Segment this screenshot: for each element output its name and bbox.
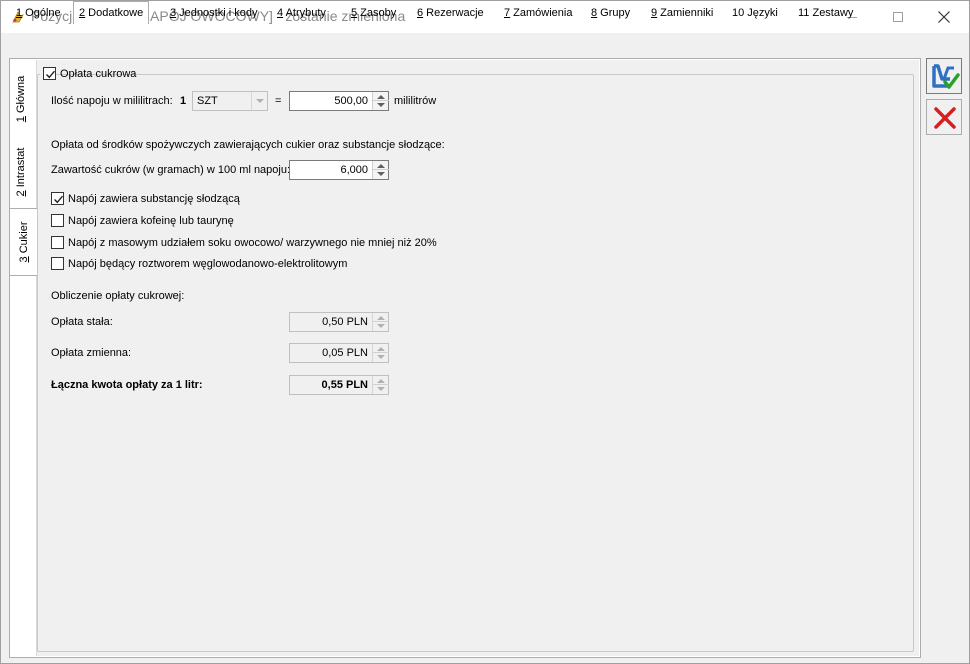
tab-zamowienia[interactable]: 7 Zamówienia [499,3,577,23]
sugar-fee-legend: Opłata cukrowa [40,66,136,82]
unit-value: SZT [197,95,218,107]
fixed-fee-field: 0,50 PLN [289,312,389,332]
fixed-fee-label: Opłata stała: [51,316,113,328]
tab-jezyki[interactable]: 10 Języki [727,3,783,23]
sugar-content-spinner[interactable] [372,161,389,179]
electrolyte-checkbox[interactable] [51,257,64,270]
unit-select[interactable]: SZT [192,91,268,111]
volume-quantity: 1 [180,95,187,107]
total-fee-label: Łączna kwota opłaty za 1 litr: [51,379,203,391]
electrolyte-label: Napój będący roztworem węglowodanowo-ele… [68,258,348,270]
maximize-icon [893,12,903,22]
volume-spinner[interactable] [372,92,389,110]
sweetener-checkbox[interactable] [51,192,64,205]
volume-unit-label: mililitrów [394,95,437,107]
tab-grupy[interactable]: 8 Grupy [586,3,635,23]
volume-label: Ilość napoju w mililitrach: [51,95,173,107]
variable-fee-field: 0,05 PLN [289,343,389,363]
caffeine-label: Napój zawiera kofeinę lub taurynę [68,215,234,227]
cancel-icon [934,107,956,129]
tab-ogolne[interactable]: 1 Ogólne [11,3,66,23]
close-button[interactable] [921,1,967,33]
window: Pozycja cennika [NAPÓJ OWOCOWY] - zostan… [0,0,970,664]
checkmark-icon [54,195,64,204]
sugar-content-input[interactable]: 6,000 [289,160,389,180]
save-button[interactable] [926,58,962,94]
side-tab-cukier[interactable]: 3 Cukier [9,208,37,276]
side-tab-glowna[interactable]: 1 Główna [10,67,32,131]
save-icon [932,64,960,89]
sugar-fee-checkbox[interactable] [43,67,56,80]
sugar-fee-groupbox [37,74,914,652]
tab-dodatkowe[interactable]: 2 Dodatkowe [73,1,150,24]
sugar-content-label: Zawartość cukrów (w gramach) w 100 ml na… [51,164,291,176]
checkmark-icon [46,70,56,79]
cancel-button[interactable] [926,99,962,135]
tab-zestawy[interactable]: 11 Zestawy [793,3,858,23]
equals-sign: = [275,95,282,107]
tab-zamienniki[interactable]: 9 Zamienniki [646,3,718,23]
side-tab-intrastat[interactable]: 2 Intrastat [10,137,32,207]
chevron-down-icon [251,92,267,110]
variable-fee-label: Opłata zmienna: [51,347,132,359]
sugar-fee-label: Opłata cukrowa [60,68,137,80]
juice-share-label: Napój z masowym udziałem soku owocowo/ w… [68,237,437,249]
caffeine-checkbox[interactable] [51,214,64,227]
tab-rezerwacje[interactable]: 6 Rezerwacje [412,3,489,23]
sweetener-label: Napój zawiera substancję słodzącą [68,193,240,205]
calc-label: Obliczenie opłaty cukrowej: [51,290,185,302]
close-icon [938,11,950,23]
sugar-tab-content: Opłata cukrowa Ilość napoju w mililitrac… [36,60,919,656]
juice-share-checkbox[interactable] [51,236,64,249]
total-fee-field: 0,55 PLN [289,375,389,395]
tab-zasoby[interactable]: 5 Zasoby [346,3,401,23]
tab-jednostki-i-kody[interactable]: 3 Jednostki i kody [165,3,262,23]
volume-ml-input[interactable]: 500,00 [289,91,389,111]
tab-atrybuty[interactable]: 4 Atrybuty [272,3,331,23]
sugar-fee-description: Opłata od środków spożywczych zawierając… [51,139,445,151]
maximize-button[interactable] [875,1,921,33]
